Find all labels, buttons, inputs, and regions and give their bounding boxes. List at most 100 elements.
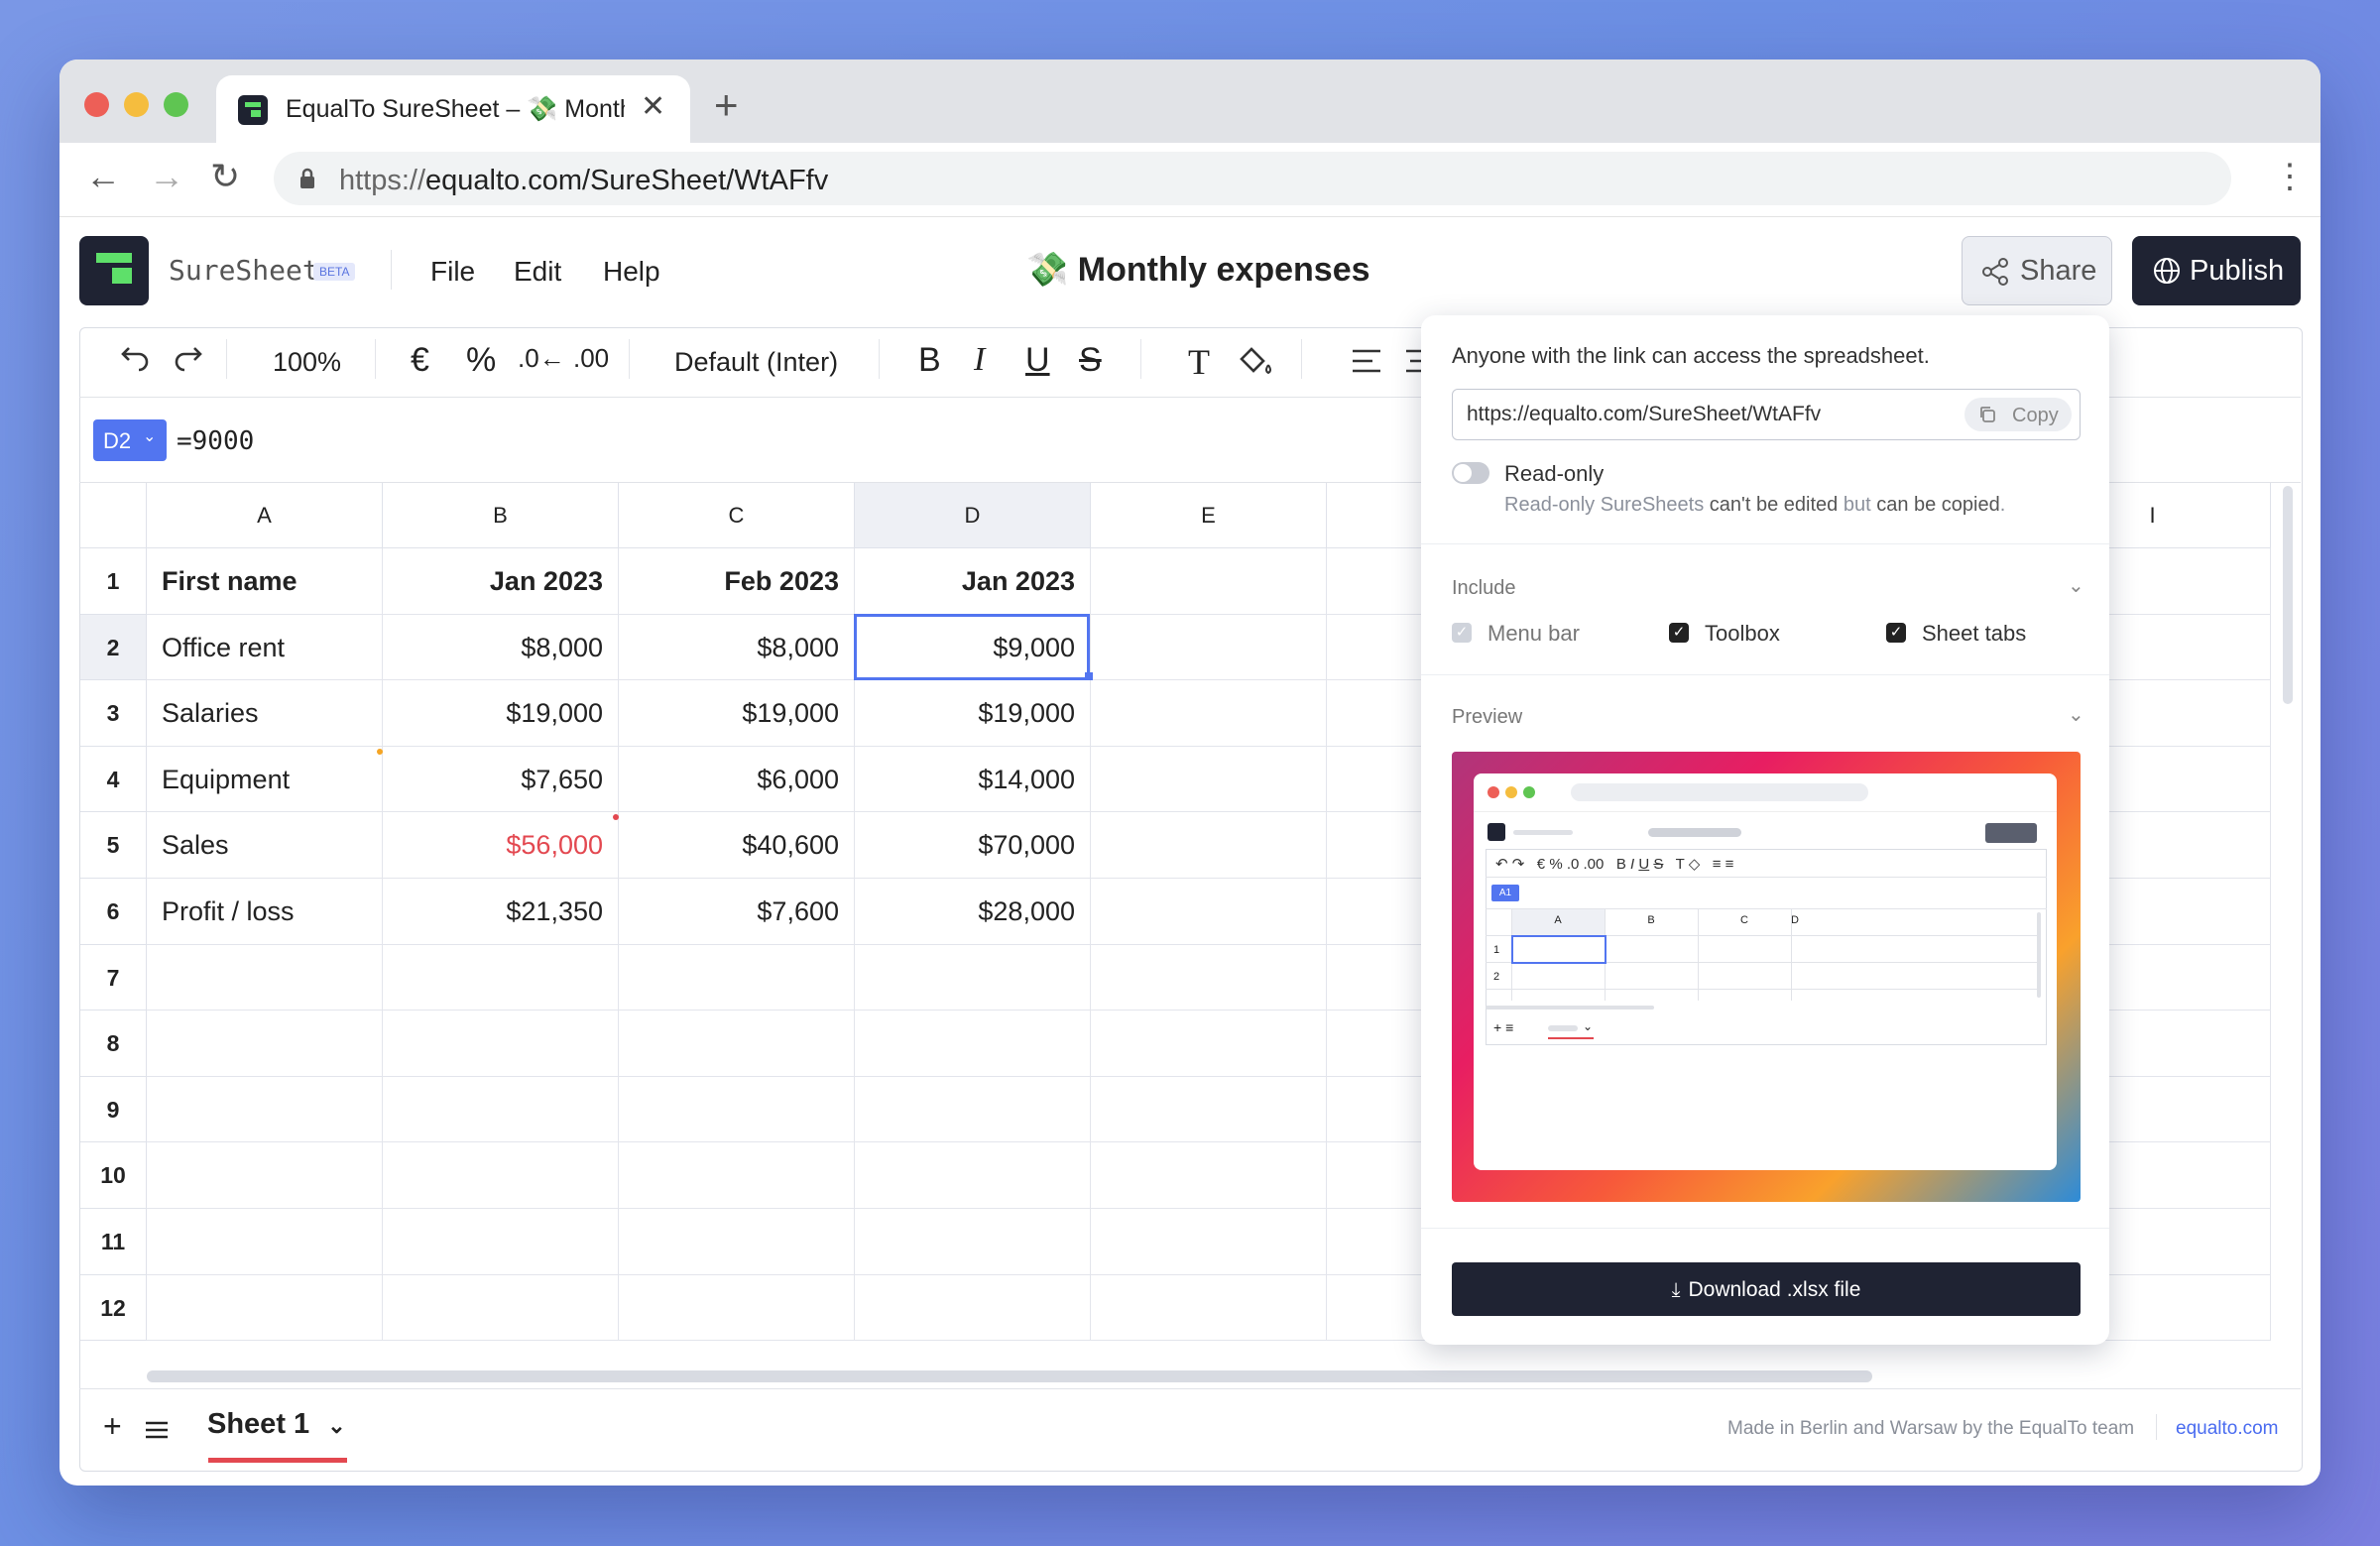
row-header[interactable]: 12 bbox=[80, 1274, 147, 1342]
percent-format-icon[interactable]: % bbox=[466, 341, 496, 380]
table-cell[interactable] bbox=[855, 944, 1091, 1011]
table-cell[interactable]: $14,000 bbox=[855, 746, 1091, 813]
row-header[interactable]: 1 bbox=[80, 548, 147, 615]
table-cell[interactable] bbox=[147, 1142, 383, 1209]
fill-color-icon[interactable] bbox=[1236, 343, 1275, 379]
table-cell[interactable] bbox=[619, 1274, 855, 1342]
align-left-icon[interactable] bbox=[1351, 347, 1384, 375]
table-cell[interactable] bbox=[855, 1011, 1091, 1077]
text-color-icon[interactable]: T bbox=[1188, 341, 1210, 383]
formula-input[interactable]: =9000 bbox=[177, 426, 254, 456]
share-button[interactable]: Share bbox=[1962, 236, 2112, 305]
close-window-button[interactable] bbox=[84, 92, 109, 117]
redo-icon[interactable] bbox=[171, 342, 204, 376]
minimize-window-button[interactable] bbox=[124, 92, 149, 117]
download-xlsx-button[interactable]: ⤓ Download .xlsx file bbox=[1452, 1262, 2081, 1316]
table-cell[interactable]: $21,350 bbox=[383, 879, 619, 945]
italic-icon[interactable]: I bbox=[974, 341, 985, 379]
close-tab-icon[interactable]: ✕ bbox=[641, 89, 665, 124]
add-sheet-icon[interactable]: + bbox=[103, 1408, 122, 1445]
include-chevron-icon[interactable]: ⌄ bbox=[2068, 573, 2084, 598]
table-cell[interactable]: $8,000 bbox=[619, 614, 855, 681]
table-cell[interactable] bbox=[619, 1209, 855, 1275]
table-cell[interactable] bbox=[1091, 879, 1327, 945]
table-cell[interactable]: Feb 2023 bbox=[619, 548, 855, 615]
table-cell[interactable]: $19,000 bbox=[383, 680, 619, 747]
table-cell[interactable] bbox=[1091, 614, 1327, 681]
table-cell[interactable] bbox=[1091, 944, 1327, 1011]
column-header-c[interactable]: C bbox=[619, 483, 855, 548]
table-cell[interactable]: $7,650 bbox=[383, 746, 619, 813]
decrease-decimals-icon[interactable]: .0← bbox=[518, 343, 565, 374]
bold-icon[interactable]: B bbox=[918, 341, 941, 380]
reload-icon[interactable]: ↻ bbox=[210, 159, 240, 194]
select-all-corner[interactable] bbox=[80, 483, 147, 548]
table-cell[interactable] bbox=[619, 1011, 855, 1077]
table-cell[interactable] bbox=[1091, 746, 1327, 813]
table-cell[interactable] bbox=[147, 944, 383, 1011]
document-title[interactable]: 💸 Monthly expenses bbox=[1026, 250, 1370, 290]
column-header-a[interactable]: A bbox=[147, 483, 383, 548]
table-cell[interactable]: Profit / loss bbox=[147, 879, 383, 945]
horizontal-scrollbar[interactable] bbox=[147, 1370, 1872, 1382]
menu-file[interactable]: File bbox=[430, 256, 475, 288]
undo-icon[interactable] bbox=[119, 342, 153, 376]
row-header[interactable]: 7 bbox=[80, 944, 147, 1011]
table-cell[interactable] bbox=[619, 1076, 855, 1143]
table-cell[interactable] bbox=[147, 1076, 383, 1143]
preview-chevron-icon[interactable]: ⌄ bbox=[2068, 702, 2084, 727]
currency-format-icon[interactable]: € bbox=[411, 341, 429, 380]
table-cell[interactable] bbox=[855, 1209, 1091, 1275]
browser-menu-icon[interactable]: ⋮ bbox=[2273, 157, 2307, 196]
menu-bar-checkbox[interactable]: ✓ bbox=[1452, 623, 1472, 643]
table-cell[interactable]: Office rent bbox=[147, 614, 383, 681]
fill-handle[interactable] bbox=[1085, 672, 1093, 681]
table-cell[interactable]: $56,000 bbox=[383, 812, 619, 879]
font-family-select[interactable]: Default (Inter) bbox=[674, 347, 838, 378]
table-cell[interactable] bbox=[619, 1142, 855, 1209]
table-cell[interactable]: $6,000 bbox=[619, 746, 855, 813]
table-cell[interactable]: $19,000 bbox=[855, 680, 1091, 747]
table-cell[interactable] bbox=[1091, 1209, 1327, 1275]
table-cell[interactable]: Jan 2023 bbox=[383, 548, 619, 615]
underline-icon[interactable]: U bbox=[1025, 341, 1050, 380]
copy-button[interactable]: Copy bbox=[1964, 398, 2072, 431]
table-cell[interactable] bbox=[1091, 1076, 1327, 1143]
table-cell[interactable] bbox=[147, 1274, 383, 1342]
cell-reference-selector[interactable]: D2 ⌄ bbox=[93, 419, 167, 461]
table-cell[interactable]: $7,600 bbox=[619, 879, 855, 945]
table-cell[interactable]: Sales bbox=[147, 812, 383, 879]
maximize-window-button[interactable] bbox=[164, 92, 188, 117]
suresheet-logo[interactable] bbox=[79, 236, 149, 305]
table-cell[interactable]: $19,000 bbox=[619, 680, 855, 747]
table-cell[interactable]: First name bbox=[147, 548, 383, 615]
table-cell[interactable] bbox=[619, 944, 855, 1011]
table-cell[interactable]: Equipment bbox=[147, 746, 383, 813]
row-header[interactable]: 5 bbox=[80, 812, 147, 879]
row-header[interactable]: 3 bbox=[80, 680, 147, 747]
table-cell[interactable] bbox=[1091, 680, 1327, 747]
table-cell[interactable] bbox=[383, 1274, 619, 1342]
row-header[interactable]: 4 bbox=[80, 746, 147, 813]
forward-arrow-icon[interactable]: → bbox=[149, 159, 184, 194]
increase-decimals-icon[interactable]: .00 bbox=[573, 343, 609, 374]
row-header[interactable]: 10 bbox=[80, 1142, 147, 1209]
table-cell[interactable]: $8,000 bbox=[383, 614, 619, 681]
table-cell[interactable] bbox=[383, 944, 619, 1011]
table-cell[interactable] bbox=[147, 1011, 383, 1077]
table-cell[interactable] bbox=[383, 1209, 619, 1275]
table-cell[interactable] bbox=[383, 1076, 619, 1143]
row-header[interactable]: 11 bbox=[80, 1209, 147, 1275]
table-cell[interactable] bbox=[1091, 548, 1327, 615]
table-cell[interactable] bbox=[1091, 1274, 1327, 1342]
table-cell[interactable] bbox=[1091, 1142, 1327, 1209]
readonly-toggle[interactable] bbox=[1452, 462, 1489, 484]
browser-tab[interactable]: EqualTo SureSheet – 💸 Monthly expenses ✕ bbox=[216, 75, 690, 143]
row-header[interactable]: 6 bbox=[80, 879, 147, 945]
table-cell[interactable] bbox=[1091, 1011, 1327, 1077]
zoom-level[interactable]: 100% bbox=[273, 347, 341, 378]
table-cell[interactable]: Jan 2023 bbox=[855, 548, 1091, 615]
row-header[interactable]: 9 bbox=[80, 1076, 147, 1143]
plus-icon[interactable]: + bbox=[714, 84, 739, 126]
menu-edit[interactable]: Edit bbox=[514, 256, 561, 288]
